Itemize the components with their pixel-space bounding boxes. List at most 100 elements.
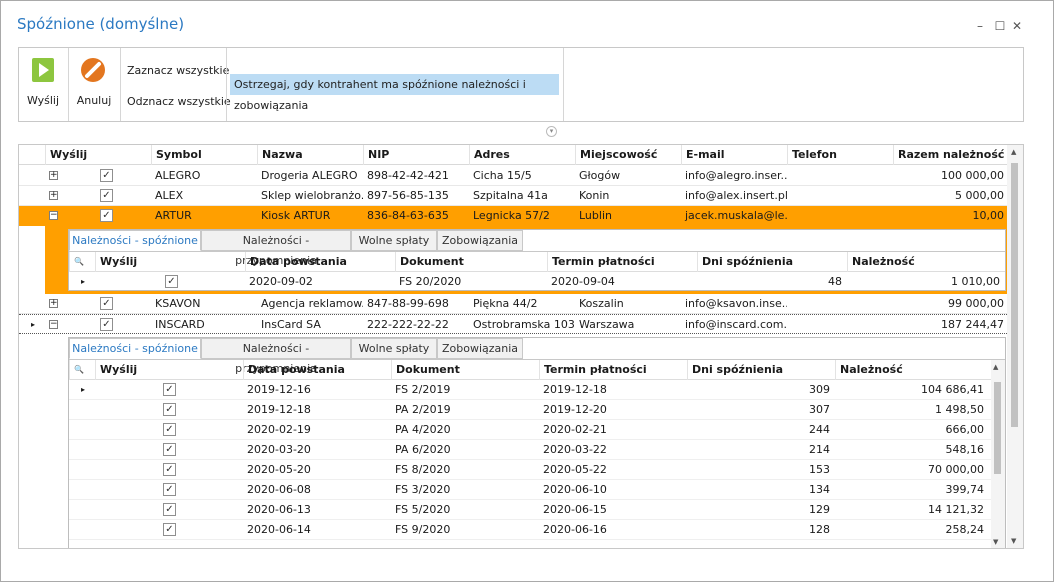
col-header-created[interactable]: Data powstania: [245, 252, 395, 272]
send-checkbox[interactable]: ✓: [163, 503, 176, 516]
maximize-button[interactable]: ☐: [991, 17, 1009, 35]
address-cell: Cicha 15/5: [473, 169, 532, 182]
collapse-icon[interactable]: −: [49, 320, 58, 329]
col-header-symbol[interactable]: Symbol: [151, 145, 257, 165]
table-row[interactable]: + ✓ KSAVON Agencja reklamow... 847-88-99…: [19, 294, 1009, 314]
deselect-all-button[interactable]: Odznacz wszystkie: [127, 95, 231, 108]
tab-liabilities[interactable]: Zobowiązania: [437, 230, 523, 251]
tab-overdue-receivables[interactable]: Należności - spóźnione: [69, 338, 201, 359]
collapse-icon[interactable]: −: [49, 211, 58, 220]
scroll-up-icon[interactable]: ▲: [993, 363, 998, 371]
scroll-thumb[interactable]: [994, 382, 1001, 474]
col-header-name[interactable]: Nazwa: [257, 145, 363, 165]
table-row-selected[interactable]: − ✓ ARTUR Kiosk ARTUR 836-84-63-635 Legn…: [19, 206, 1009, 226]
col-header-phone[interactable]: Telefon: [787, 145, 893, 165]
grid-scrollbar[interactable]: ▲ ▼: [1007, 145, 1023, 548]
close-button[interactable]: ✕: [1008, 17, 1026, 35]
document-cell: PA 2/2019: [395, 403, 451, 416]
col-header-city[interactable]: Miejscowość: [575, 145, 681, 165]
address-cell: Ostrobramska 103: [473, 318, 575, 331]
total-cell: 5 000,00: [955, 189, 1004, 202]
detail-row[interactable]: ✓ 2019-12-18 PA 2/2019 2019-12-20 307 1 498,5…: [69, 400, 991, 420]
col-header-send[interactable]: Wyślij: [95, 252, 245, 272]
col-header-amount[interactable]: Należność: [847, 252, 1005, 272]
toolbar-separator: [563, 48, 564, 121]
col-header-send[interactable]: Wyślij: [45, 145, 153, 165]
col-header-days-late[interactable]: Dni spóźnienia: [697, 252, 847, 272]
name-cell: Agencja reklamow...: [261, 297, 363, 310]
send-checkbox[interactable]: ✓: [165, 275, 178, 288]
scroll-down-icon[interactable]: ▼: [993, 538, 998, 546]
amount-cell: 104 686,41: [921, 383, 984, 396]
expand-icon[interactable]: +: [49, 171, 58, 180]
detail-row[interactable]: ✓ 2020-06-08 FS 3/2020 2020-06-10 134 399,74: [69, 480, 991, 500]
created-cell: 2019-12-16: [247, 383, 311, 396]
send-checkbox[interactable]: ✓: [100, 189, 113, 202]
table-row-focused[interactable]: ▸ − ✓ INSCARD InsCard SA 222-222-22-22 O…: [19, 314, 1009, 334]
table-row[interactable]: + ✓ ALEX Sklep wielobranżo... 897-56-85-…: [19, 186, 1009, 206]
email-cell: info@ksavon.inse...: [685, 297, 787, 310]
scroll-up-icon[interactable]: ▲: [1011, 148, 1016, 156]
col-header-document[interactable]: Dokument: [395, 252, 547, 272]
send-checkbox[interactable]: ✓: [100, 297, 113, 310]
phone-cell: [787, 186, 893, 206]
days-late-cell: 128: [809, 523, 830, 536]
select-all-button[interactable]: Zaznacz wszystkie: [127, 64, 229, 77]
col-header-amount[interactable]: Należność: [835, 360, 989, 380]
detail-row[interactable]: ✓ 2020-06-13 FS 5/2020 2020-06-15 129 14 121,…: [69, 500, 991, 520]
tab-reminders[interactable]: Należności - przypomnienia: [201, 338, 351, 375]
detail-scrollbar[interactable]: ▲ ▼: [991, 360, 1005, 548]
col-header-created[interactable]: Data powstania: [243, 360, 391, 380]
search-icon[interactable]: 🔍: [69, 252, 95, 272]
tab-free-payments[interactable]: Wolne spłaty: [351, 338, 437, 359]
collapse-ribbon-icon[interactable]: ▾: [546, 126, 557, 137]
col-header-send[interactable]: Wyślij: [95, 360, 243, 380]
tab-reminders[interactable]: Należności - przypomnienia: [201, 230, 351, 267]
col-header-due[interactable]: Termin płatności: [539, 360, 687, 380]
tab-free-payments[interactable]: Wolne spłaty: [351, 230, 437, 251]
detail-row[interactable]: ✓ 2020-03-20 PA 6/2020 2020-03-22 214 548,16: [69, 440, 991, 460]
warn-option-toggle[interactable]: Ostrzegaj, gdy kontrahent ma spóźnione n…: [230, 74, 559, 112]
document-cell: FS 3/2020: [395, 483, 451, 496]
col-header-days-late[interactable]: Dni spóźnienia: [687, 360, 835, 380]
table-row[interactable]: + ✓ ALEGRO Drogeria ALEGRO 898-42-42-421…: [19, 166, 1009, 186]
detail-row[interactable]: ✓ 2020-02-19 PA 4/2020 2020-02-21 244 666,00: [69, 420, 991, 440]
send-checkbox[interactable]: ✓: [163, 403, 176, 416]
total-cell: 100 000,00: [941, 169, 1004, 182]
col-header-nip[interactable]: NIP: [363, 145, 469, 165]
cancel-button[interactable]: Anuluj: [71, 48, 117, 121]
detail-grid: 🔍 Wyślij Data powstania Dokument Termin …: [69, 251, 1005, 291]
expand-icon[interactable]: +: [49, 299, 58, 308]
search-icon[interactable]: 🔍: [69, 360, 95, 380]
toolbar-separator: [120, 48, 121, 121]
col-header-due[interactable]: Termin płatności: [547, 252, 697, 272]
col-header-address[interactable]: Adres: [469, 145, 575, 165]
tab-overdue-receivables[interactable]: Należności - spóźnione: [69, 230, 201, 251]
send-checkbox[interactable]: ✓: [100, 209, 113, 222]
send-checkbox[interactable]: ✓: [163, 443, 176, 456]
send-checkbox[interactable]: ✓: [163, 483, 176, 496]
expand-icon[interactable]: +: [49, 191, 58, 200]
scroll-thumb[interactable]: [1011, 163, 1018, 427]
detail-row[interactable]: ▸ ✓ 2019-12-16 FS 2/2019 2019-12-18 309 104 68…: [69, 380, 991, 400]
send-checkbox[interactable]: ✓: [163, 523, 176, 536]
send-checkbox[interactable]: ✓: [100, 169, 113, 182]
send-checkbox[interactable]: ✓: [163, 423, 176, 436]
due-cell: 2020-06-15: [543, 503, 607, 516]
scroll-down-icon[interactable]: ▼: [1011, 537, 1016, 545]
send-button[interactable]: Wyślij: [19, 48, 67, 121]
tab-liabilities[interactable]: Zobowiązania: [437, 338, 523, 359]
send-checkbox[interactable]: ✓: [163, 383, 176, 396]
detail-row[interactable]: ▸ ✓ 2020-09-02 FS 20/2020 2020-09-04 48 …: [69, 272, 1005, 292]
detail-row[interactable]: ✓ 2020-05-20 FS 8/2020 2020-05-22 153 70 000,…: [69, 460, 991, 480]
detail-row[interactable]: ✓ 2020-06-14 FS 9/2020 2020-06-16 128 258,24: [69, 520, 991, 540]
col-header-total[interactable]: Razem należność: [893, 145, 1009, 165]
nip-cell: 836-84-63-635: [367, 209, 449, 222]
created-cell: 2020-03-20: [247, 443, 311, 456]
send-checkbox[interactable]: ✓: [163, 463, 176, 476]
minimize-button[interactable]: –: [971, 17, 989, 35]
send-checkbox[interactable]: ✓: [100, 318, 113, 331]
detail-header: 🔍 Wyślij Data powstania Dokument Termin …: [69, 360, 991, 380]
col-header-document[interactable]: Dokument: [391, 360, 539, 380]
col-header-email[interactable]: E-mail: [681, 145, 787, 165]
